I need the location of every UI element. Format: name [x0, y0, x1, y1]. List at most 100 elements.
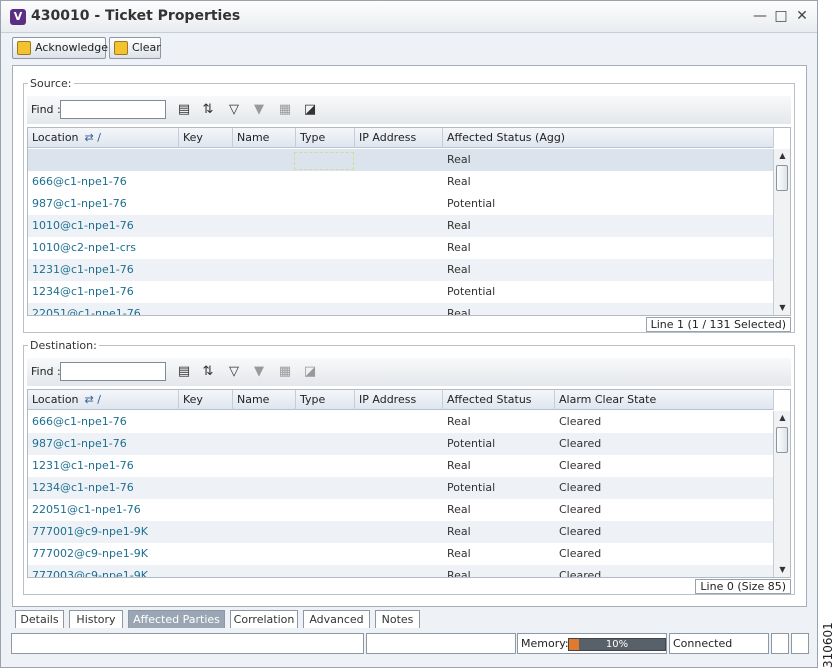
- clear-icon: [114, 41, 128, 55]
- scroll-down-icon[interactable]: ▼: [774, 301, 790, 315]
- table-row[interactable]: 1234@c1-npe1-76 Potential Cleared: [28, 477, 774, 499]
- table-row[interactable]: 777003@c9-npe1-9K Real Cleared: [28, 565, 774, 577]
- status-extra-2: [791, 633, 809, 654]
- source-col-key[interactable]: Key: [179, 128, 233, 148]
- row-status: Real: [447, 219, 471, 232]
- source-status-line: Line 1 (1 / 131 Selected): [645, 317, 791, 332]
- table-row[interactable]: 1010@c2-npe1-crs Real: [28, 237, 774, 259]
- source-col-ip-address[interactable]: IP Address: [355, 128, 443, 148]
- table-row[interactable]: 1231@c1-npe1-76 Real: [28, 259, 774, 281]
- source-filter-clear-icon[interactable]: ▦: [276, 101, 294, 119]
- destination-find-input[interactable]: [60, 362, 166, 381]
- memory-percent: 10%: [605, 639, 629, 650]
- cell-edit-box[interactable]: [294, 152, 354, 170]
- table-row[interactable]: Real: [28, 149, 774, 171]
- tab-history[interactable]: History: [69, 610, 123, 628]
- minimize-icon[interactable]: —: [751, 7, 769, 25]
- destination-filter-icon[interactable]: ▽: [225, 363, 243, 381]
- row-status: Potential: [447, 481, 496, 494]
- toolbar: Acknowledge Clear: [1, 34, 817, 62]
- row-location: 1234@c1-npe1-76: [32, 481, 134, 494]
- source-legend: Source:: [28, 77, 74, 90]
- source-filter-edit-icon[interactable]: ◪: [301, 101, 319, 119]
- table-row[interactable]: 1234@c1-npe1-76 Potential: [28, 281, 774, 303]
- tab-correlation[interactable]: Correlation: [230, 610, 298, 628]
- destination-filter-clear-icon[interactable]: ▦: [276, 363, 294, 381]
- row-location: [28, 149, 179, 171]
- destination-col-type[interactable]: Type: [296, 390, 355, 410]
- source-find-input[interactable]: [60, 100, 166, 119]
- source-scrollbar[interactable]: ▲ ▼: [773, 149, 790, 315]
- row-location: 987@c1-npe1-76: [32, 197, 127, 210]
- source-find-bar: Find : ▤ ⇅ ▽ ▼ ▦ ◪: [27, 96, 791, 124]
- scroll-thumb[interactable]: [776, 427, 788, 453]
- destination-filter-add-icon[interactable]: ▼: [250, 363, 268, 381]
- source-col-name[interactable]: Name: [233, 128, 296, 148]
- destination-find-bar: Find : ▤ ⇅ ▽ ▼ ▦ ◪: [27, 358, 791, 386]
- source-col-location[interactable]: Location ⇄ /: [28, 128, 179, 148]
- maximize-icon[interactable]: □: [772, 7, 790, 25]
- close-icon[interactable]: ✕: [793, 7, 811, 25]
- tab-details[interactable]: Details: [15, 610, 64, 628]
- row-location: 987@c1-npe1-76: [32, 437, 127, 450]
- source-group: Source: Find : ▤ ⇅ ▽ ▼ ▦ ◪ Location ⇄ / K…: [23, 77, 795, 333]
- table-row[interactable]: 666@c1-npe1-76 Real: [28, 171, 774, 193]
- tab-advanced[interactable]: Advanced: [303, 610, 370, 628]
- table-row[interactable]: 1010@c1-npe1-76 Real: [28, 215, 774, 237]
- row-location: 777003@c9-npe1-9K: [32, 569, 148, 577]
- row-clear-state: Cleared: [559, 437, 602, 450]
- destination-col-ip-address[interactable]: IP Address: [355, 390, 443, 410]
- row-clear-state: Cleared: [559, 415, 602, 428]
- acknowledge-button[interactable]: Acknowledge: [12, 37, 108, 59]
- memory-indicator: Memory: 10%: [517, 633, 667, 654]
- source-filter-icon[interactable]: ▽: [225, 101, 243, 119]
- table-row[interactable]: 987@c1-npe1-76 Potential Cleared: [28, 433, 774, 455]
- destination-table: Location ⇄ / Key Name Type IP Address Aff…: [27, 389, 791, 578]
- clear-button[interactable]: Clear: [109, 37, 161, 59]
- destination-col-location[interactable]: Location ⇄ /: [28, 390, 179, 410]
- destination-col-alarm-clear-state[interactable]: Alarm Clear State: [555, 390, 774, 410]
- scroll-thumb[interactable]: [776, 165, 788, 191]
- table-row[interactable]: 1231@c1-npe1-76 Real Cleared: [28, 455, 774, 477]
- row-clear-state: Cleared: [559, 569, 602, 577]
- destination-filter-edit-icon[interactable]: ◪: [301, 363, 319, 381]
- source-col-type[interactable]: Type: [296, 128, 355, 148]
- row-status: Real: [447, 503, 471, 516]
- table-row[interactable]: 777002@c9-npe1-9K Real Cleared: [28, 543, 774, 565]
- destination-table-header: Location ⇄ / Key Name Type IP Address Aff…: [28, 390, 774, 410]
- row-location: 666@c1-npe1-76: [32, 175, 127, 188]
- row-location: 22051@c1-npe1-76: [32, 503, 141, 516]
- row-location: 1231@c1-npe1-76: [32, 263, 134, 276]
- row-clear-state: Cleared: [559, 547, 602, 560]
- destination-sort-icon[interactable]: ⇅: [199, 363, 217, 381]
- destination-col-name[interactable]: Name: [233, 390, 296, 410]
- scroll-up-icon[interactable]: ▲: [774, 149, 790, 163]
- tab-notes[interactable]: Notes: [375, 610, 420, 628]
- app-logo-icon: V: [10, 9, 26, 25]
- affected-parties-panel: Source: Find : ▤ ⇅ ▽ ▼ ▦ ◪ Location ⇄ / K…: [12, 65, 807, 607]
- source-sort-icon[interactable]: ⇅: [199, 101, 217, 119]
- destination-col-affected-status[interactable]: Affected Status: [443, 390, 555, 410]
- status-info: [366, 633, 516, 654]
- destination-col-key[interactable]: Key: [179, 390, 233, 410]
- tab-affected-parties[interactable]: Affected Parties: [128, 610, 225, 628]
- scroll-down-icon[interactable]: ▼: [774, 563, 790, 577]
- source-filter-add-icon[interactable]: ▼: [250, 101, 268, 119]
- row-status: Real: [447, 569, 471, 577]
- destination-save-icon[interactable]: ▤: [175, 363, 193, 381]
- row-status: Real: [447, 525, 471, 538]
- clear-label: Clear: [132, 41, 161, 54]
- source-save-icon[interactable]: ▤: [175, 101, 193, 119]
- table-row[interactable]: 22051@c1-npe1-76 Real Cleared: [28, 499, 774, 521]
- destination-find-label: Find :: [31, 365, 61, 378]
- destination-scrollbar[interactable]: ▲ ▼: [773, 411, 790, 577]
- row-location: 666@c1-npe1-76: [32, 415, 127, 428]
- table-row[interactable]: 22051@c1-npe1-76 Real: [28, 303, 774, 315]
- table-row[interactable]: 666@c1-npe1-76 Real Cleared: [28, 411, 774, 433]
- source-col-affected-status[interactable]: Affected Status (Agg): [443, 128, 774, 148]
- row-status: Real: [447, 307, 471, 315]
- table-row[interactable]: 777001@c9-npe1-9K Real Cleared: [28, 521, 774, 543]
- row-location: 777001@c9-npe1-9K: [32, 525, 148, 538]
- scroll-up-icon[interactable]: ▲: [774, 411, 790, 425]
- table-row[interactable]: 987@c1-npe1-76 Potential: [28, 193, 774, 215]
